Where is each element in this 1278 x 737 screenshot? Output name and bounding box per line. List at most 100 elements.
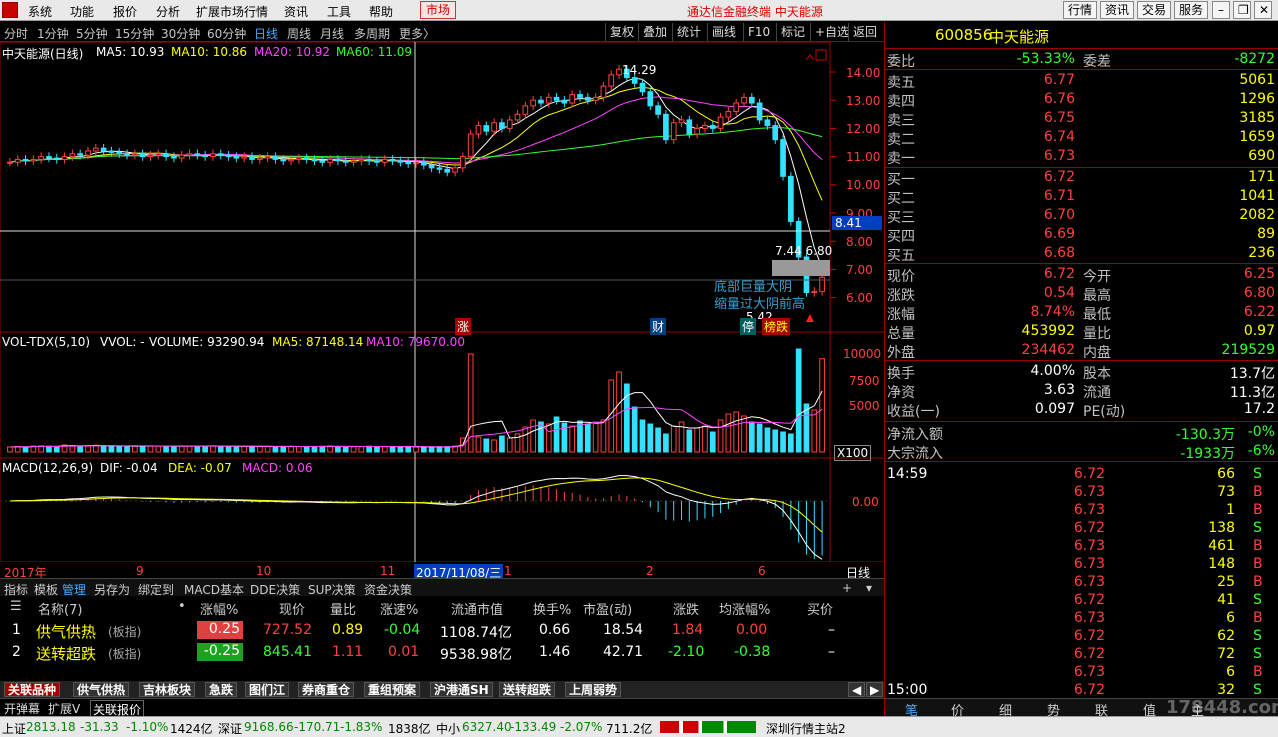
- stock-code: 600856: [935, 26, 993, 44]
- tick-volume: 72: [1217, 646, 1235, 662]
- col-price[interactable]: 现价: [279, 599, 305, 618]
- menu-item-analysis[interactable]: 分析: [156, 3, 180, 20]
- service-button[interactable]: 服务: [1174, 1, 1209, 19]
- marker-ranking[interactable]: 榜跌: [762, 318, 791, 335]
- row-volume-ratio: 1.11: [332, 644, 364, 660]
- period-tab-daily[interactable]: 日线: [254, 25, 278, 42]
- volume-bar: [77, 445, 84, 453]
- col-diff[interactable]: 涨跌: [673, 599, 699, 618]
- tab-menu-icon[interactable]: ▾: [866, 581, 872, 595]
- menu-item-tools[interactable]: 工具: [327, 3, 351, 20]
- table-row[interactable]: 1 供气供热 (板指) 0.25 727.52 0.89 -0.04 1108.…: [0, 619, 884, 641]
- close-icon[interactable]: ✕: [1254, 1, 1272, 19]
- col-pe[interactable]: 市盈(动): [583, 599, 632, 618]
- col-bid[interactable]: 买价: [807, 599, 833, 618]
- volume-bar: [413, 446, 419, 453]
- tab-template[interactable]: 模板: [34, 581, 58, 598]
- row-name[interactable]: 送转超跌: [36, 643, 96, 664]
- tick-side: B: [1253, 610, 1263, 626]
- tick-price: 6.73: [1073, 484, 1105, 500]
- quote-button[interactable]: 行情: [1063, 1, 1098, 19]
- sector-tab[interactable]: 图们江: [245, 682, 290, 697]
- trade-button[interactable]: 交易: [1137, 1, 1172, 19]
- sh-index-label[interactable]: 上证: [2, 720, 26, 737]
- tab-dde[interactable]: DDE决策: [250, 581, 300, 598]
- chart-area[interactable]: 中天能源(日线) MA5: 10.93 MA10: 10.86 MA20: 10…: [0, 42, 884, 581]
- draw-line-button[interactable]: 画线: [707, 23, 740, 41]
- row-menu-icon[interactable]: ☰: [10, 599, 22, 614]
- market-button[interactable]: 市场: [420, 1, 456, 19]
- sector-tab[interactable]: 券商重仓: [298, 682, 355, 697]
- row-name[interactable]: 供气供热: [36, 621, 96, 642]
- tab-save-as[interactable]: 另存为: [94, 581, 130, 598]
- period-tab-timeshare[interactable]: 分时: [4, 25, 28, 42]
- period-tab-15min[interactable]: 15分钟: [115, 25, 154, 42]
- sector-tab[interactable]: 急跌: [205, 682, 238, 697]
- restore-icon[interactable]: ❐: [1233, 1, 1251, 19]
- mark-button[interactable]: 标记: [776, 23, 809, 41]
- vol-indicator-name[interactable]: VOL-TDX(5,10): [2, 335, 90, 349]
- marker-suspend[interactable]: 停: [740, 318, 757, 335]
- scroll-right-icon[interactable]: ▶: [866, 682, 884, 697]
- vol-tick: 5000: [849, 399, 880, 413]
- tab-bind[interactable]: 绑定到: [138, 581, 174, 598]
- app-logo-icon[interactable]: [2, 2, 18, 18]
- sector-tab[interactable]: 上周弱势: [565, 682, 622, 697]
- col-name[interactable]: 名称(7): [38, 599, 82, 618]
- add-tab-icon[interactable]: +: [842, 581, 852, 595]
- server-name[interactable]: 深圳行情主站2: [766, 720, 846, 737]
- sector-tab[interactable]: 重组预案: [364, 682, 421, 697]
- minimize-icon[interactable]: –: [1212, 1, 1230, 19]
- tab-manage[interactable]: 管理: [62, 581, 86, 598]
- weibi-label: 委比: [887, 54, 915, 70]
- sector-tab[interactable]: 供气供热: [73, 682, 130, 697]
- macd-indicator-name[interactable]: MACD(12,26,9): [2, 461, 93, 475]
- col-change[interactable]: 涨幅%: [200, 599, 238, 618]
- marker-limit-up[interactable]: 涨: [455, 318, 472, 335]
- scroll-left-icon[interactable]: ◀: [848, 682, 866, 697]
- menu-item-function[interactable]: 功能: [70, 3, 94, 20]
- period-tab-1min[interactable]: 1分钟: [37, 25, 69, 42]
- menu-item-system[interactable]: 系统: [28, 3, 52, 20]
- period-tab-multi[interactable]: 多周期: [354, 25, 390, 42]
- restore-rights-button[interactable]: 复权: [605, 23, 638, 41]
- danmaku-button[interactable]: 开弹幕: [4, 700, 40, 717]
- tab-sup[interactable]: SUP决策: [308, 581, 356, 598]
- menu-item-news[interactable]: 资讯: [284, 3, 308, 20]
- period-tab-30min[interactable]: 30分钟: [161, 25, 200, 42]
- period-tab-60min[interactable]: 60分钟: [207, 25, 246, 42]
- tab-macd[interactable]: MACD基本: [184, 581, 244, 598]
- period-tab-weekly[interactable]: 周线: [287, 25, 311, 42]
- tab-indicator[interactable]: 指标: [4, 581, 28, 598]
- overlay-button[interactable]: 叠加: [638, 23, 671, 41]
- indicator-tabs: 指标 模板 管理 另存为 绑定到 MACD基本 DDE决策 SUP决策 资金决策…: [0, 578, 884, 598]
- marker-finance[interactable]: 财: [650, 318, 667, 335]
- menu-item-ext-market[interactable]: 扩展市场行情: [196, 3, 268, 20]
- col-cap[interactable]: 流通市值: [451, 599, 503, 618]
- sz-index-label[interactable]: 深证: [218, 720, 242, 737]
- sme-index-amount: 711.2亿: [606, 722, 653, 736]
- table-row[interactable]: 2 送转超跌 (板指) -0.25 845.41 1.11 0.01 9538.…: [0, 641, 884, 663]
- col-avg[interactable]: 均涨幅%: [719, 599, 770, 618]
- sector-tab-related[interactable]: 关联品种: [4, 682, 61, 697]
- menu-item-help[interactable]: 帮助: [369, 3, 393, 20]
- add-watchlist-button[interactable]: +自选: [810, 23, 853, 41]
- f10-button[interactable]: F10: [743, 23, 774, 41]
- period-tab-5min[interactable]: 5分钟: [76, 25, 108, 42]
- col-volume-ratio[interactable]: 量比: [330, 599, 356, 618]
- sector-tab[interactable]: 吉林板块: [139, 682, 196, 697]
- menu-item-quote[interactable]: 报价: [113, 3, 137, 20]
- dif-line: [9, 475, 823, 560]
- news-button[interactable]: 资讯: [1100, 1, 1135, 19]
- period-tab-more[interactable]: 更多〉: [399, 25, 435, 42]
- statistics-button[interactable]: 统计: [672, 23, 705, 41]
- col-speed[interactable]: 涨速%: [380, 599, 418, 618]
- period-tab-monthly[interactable]: 月线: [320, 25, 344, 42]
- back-button[interactable]: 返回: [848, 23, 881, 41]
- sme-index-label[interactable]: 中小: [436, 720, 460, 737]
- sector-tab[interactable]: 沪港通SH: [430, 682, 493, 697]
- extend-button[interactable]: 扩展V: [48, 700, 80, 717]
- tab-fund[interactable]: 资金决策: [364, 581, 412, 598]
- sector-tab[interactable]: 送转超跌: [499, 682, 556, 697]
- col-turnover[interactable]: 换手%: [533, 599, 571, 618]
